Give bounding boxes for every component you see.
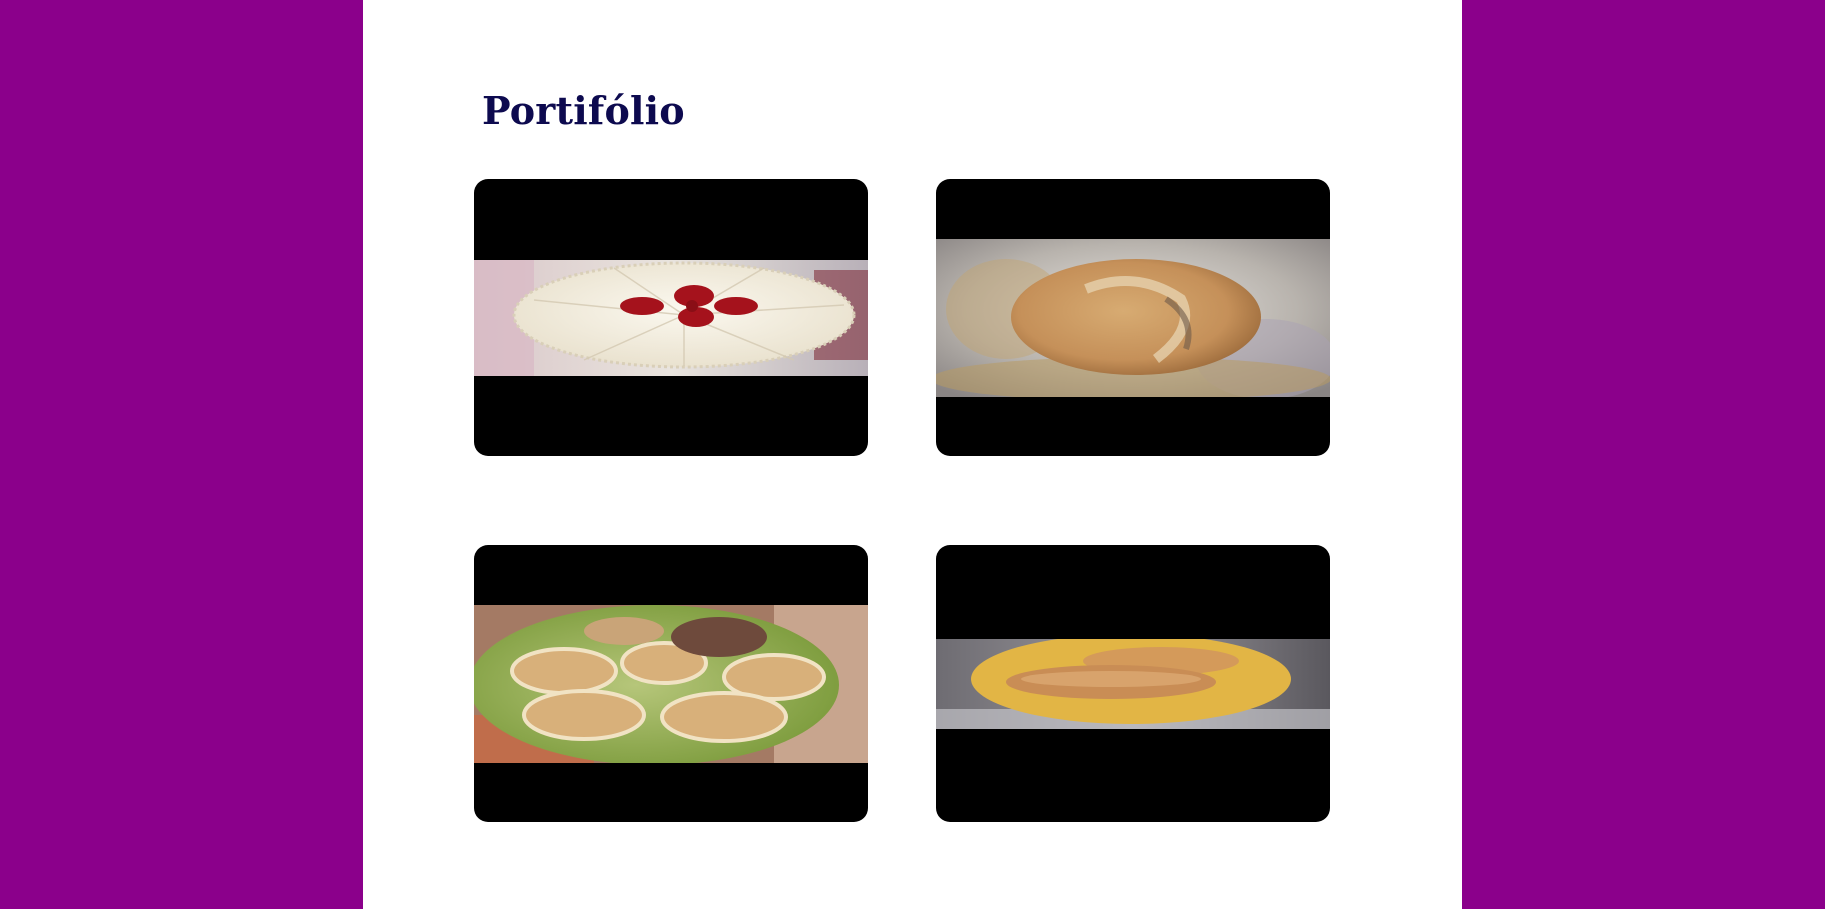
rolls-photo xyxy=(936,639,1330,729)
content-panel: Portifólio xyxy=(363,0,1462,909)
page-title: Portifólio xyxy=(482,88,685,133)
portfolio-item-rolls[interactable] xyxy=(936,545,1330,822)
portfolio-item-bread[interactable] xyxy=(936,179,1330,456)
buns-photo xyxy=(474,605,868,763)
cake-photo xyxy=(474,260,868,376)
bread-photo xyxy=(936,239,1330,397)
portfolio-item-cake[interactable] xyxy=(474,179,868,456)
portfolio-item-buns[interactable] xyxy=(474,545,868,822)
